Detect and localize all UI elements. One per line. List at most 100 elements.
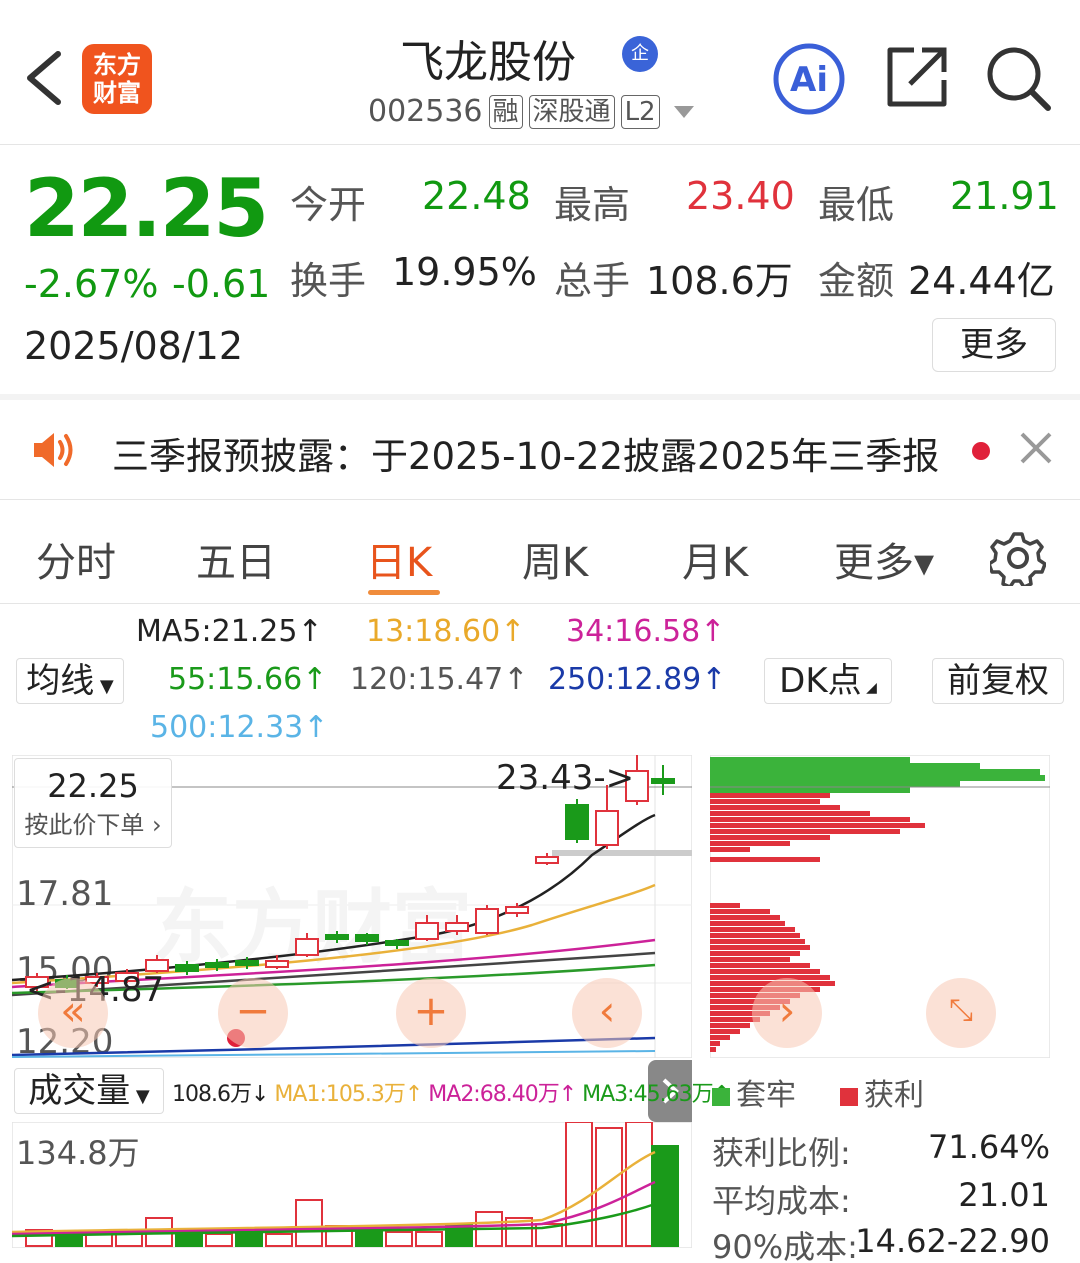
gear-icon[interactable] (990, 530, 1046, 586)
volume-label: 总手 (554, 259, 631, 303)
tab-more[interactable]: 更多▾ (834, 530, 934, 588)
change-amount: -0.61 (172, 262, 271, 306)
search-icon[interactable] (984, 44, 1054, 114)
chip-bar-profit (710, 921, 785, 926)
volume-bar (385, 1231, 413, 1247)
turnover-value: 19.95% (392, 250, 537, 294)
more-quote-button[interactable]: 更多 (932, 318, 1056, 372)
quote-date: 2025/08/12 (24, 324, 244, 368)
volume-bar (115, 1233, 143, 1247)
adjustment-button[interactable]: 前复权 (932, 658, 1064, 704)
tab-weekly-k[interactable]: 周K (522, 530, 588, 588)
tab-intraday[interactable]: 分时 (36, 530, 116, 588)
dk-point-label: DK点 (779, 661, 862, 701)
chip-bar-profit (710, 829, 900, 834)
candle-body (205, 962, 229, 968)
chip-bar-profit (710, 1047, 716, 1052)
chip-bar-profit (710, 835, 830, 840)
close-icon[interactable] (1016, 428, 1056, 468)
speaker-icon (34, 433, 73, 467)
volume-bar (415, 1231, 443, 1247)
chip-bar-trapped (710, 787, 910, 793)
turnover-label: 换手 (290, 259, 367, 303)
tab-monthly-k[interactable]: 月K (682, 530, 748, 588)
legend-profit-label: 获利 (864, 1078, 924, 1113)
enterprise-badge-icon: 企 (622, 36, 658, 72)
ma-selector-label: 均线 (26, 661, 95, 701)
profit-ratio-label: 获利比例: (712, 1134, 851, 1172)
volume-bar (265, 1233, 293, 1247)
chip-bar-profit (710, 823, 925, 828)
cost90-value: 14.62-22.90 (855, 1222, 1050, 1260)
avg-cost-value: 21.01 (958, 1176, 1050, 1214)
chip-bar-profit (710, 927, 795, 932)
open-label: 今开 (290, 183, 367, 227)
price-tag-sub-text: 按此价下单 (24, 811, 145, 839)
chip-bar-profit (710, 909, 770, 914)
chip-bar-profit (710, 903, 740, 908)
notice-text[interactable]: 三季报预披露：于2025-10-22披露2025年三季报 (112, 426, 939, 480)
chip-bar-profit (710, 915, 780, 920)
back-arrow-icon[interactable] (20, 48, 70, 108)
notice-bar[interactable]: 三季报预披露：于2025-10-22披露2025年三季报 (0, 400, 1080, 500)
chip-bar-trapped (710, 769, 1040, 775)
zoom-in-button[interactable]: + (396, 978, 466, 1048)
candle-body (651, 778, 675, 784)
chip-bar-profit (710, 857, 820, 862)
tab-daily-k[interactable]: 日K (366, 530, 432, 588)
stock-code-line[interactable]: 002536 融 深股通 L2 (368, 94, 694, 129)
volume-value: 108.6万↓ (172, 1082, 269, 1107)
candle-body (445, 922, 469, 932)
high-label: 最高 (554, 183, 631, 227)
high-value: 23.40 (686, 174, 795, 218)
amount-label: 金额 (818, 259, 895, 303)
scroll-start-button[interactable]: « (38, 978, 108, 1048)
chip-bar-profit (710, 799, 820, 804)
low-value: 21.91 (950, 174, 1059, 218)
chip-bar-profit (710, 963, 810, 968)
dk-point-button[interactable]: DK点 ◢ (764, 658, 892, 704)
chevron-down-icon: ▼ (130, 1086, 150, 1107)
change-percent: -2.67% (24, 262, 159, 306)
price-tag-sub: 按此价下单 › (24, 811, 162, 839)
price-order-tag[interactable]: 22.25 按此价下单 › (14, 758, 172, 848)
candle-body (175, 964, 199, 972)
open-value: 22.48 (422, 174, 531, 218)
tab-five-day[interactable]: 五日 (196, 530, 276, 588)
expand-icon[interactable]: ⤡ (926, 978, 996, 1048)
volume-bar (565, 1122, 593, 1247)
chevron-down-icon[interactable] (673, 105, 694, 118)
connect-tag: 深股通 (528, 94, 615, 129)
ma500-value: 500:12.33↑ (150, 710, 329, 745)
vol-ma2: MA2:68.40万↑ (428, 1082, 577, 1107)
ma5-value: MA5:21.25↑ (136, 614, 323, 649)
stock-name: 飞龙股份 (400, 37, 576, 88)
chip-bar-profit (710, 957, 790, 962)
volume-chart[interactable]: 134.8万 (12, 1122, 692, 1248)
volume-value: 108.6万 (646, 259, 793, 303)
ma-selector[interactable]: 均线 ▼ (16, 658, 124, 704)
ai-assistant-icon[interactable]: Ai (772, 42, 846, 116)
app-logo[interactable]: 东方 财富 (82, 44, 152, 114)
chip-next-button[interactable]: › (752, 978, 822, 1048)
zoom-out-button[interactable]: − (218, 978, 288, 1048)
chip-bar-profit (710, 1023, 750, 1028)
candle-body (415, 922, 439, 940)
candle-body (385, 940, 409, 946)
ma250-value: 250:12.89↑ (548, 662, 727, 697)
chip-bar-profit (710, 945, 810, 950)
volume-bar (295, 1199, 323, 1247)
ma55-value: 55:15.66↑ (168, 662, 328, 697)
legend-trapped-label: 套牢 (736, 1078, 796, 1113)
candle-body (565, 804, 589, 840)
chip-bar-profit (710, 1035, 730, 1040)
candle-body (595, 810, 619, 846)
legend-swatch-profit (840, 1087, 858, 1106)
scroll-left-button[interactable]: ‹ (572, 978, 642, 1048)
chip-bar-profit (710, 847, 750, 852)
share-icon[interactable] (884, 44, 950, 110)
period-tabs: 分时 五日 日K 周K 月K 更多▾ (0, 510, 1080, 604)
chip-bar-profit (710, 841, 790, 846)
amount-value: 24.44亿 (908, 259, 1055, 303)
volume-selector[interactable]: 成交量 ▼ (14, 1068, 164, 1114)
